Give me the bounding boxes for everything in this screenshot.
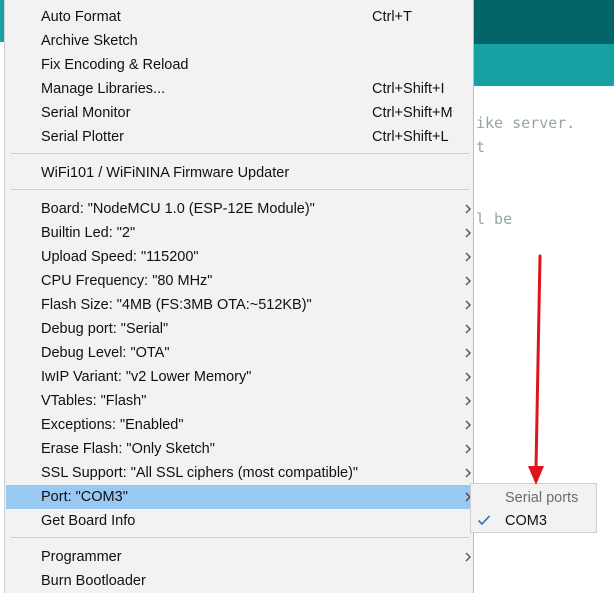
menu-item-vtables[interactable]: VTables: "Flash" (6, 389, 474, 413)
menu-item-fix-encoding[interactable]: Fix Encoding & Reload (6, 53, 474, 77)
menu-item-auto-format[interactable]: Auto Format Ctrl+T (6, 5, 474, 29)
code-line: l be (476, 210, 513, 228)
port-option-label: COM3 (505, 513, 547, 529)
chevron-right-icon (465, 420, 471, 430)
menu-item-label: Board: "NodeMCU 1.0 (ESP-12E Module)" (41, 201, 315, 217)
chevron-right-icon (465, 300, 471, 310)
code-line: t (476, 138, 486, 156)
menu-item-label: Get Board Info (41, 513, 136, 529)
menu-item-label: Port: "COM3" (41, 489, 128, 505)
ide-tab-bar (474, 44, 614, 86)
menu-item-label: CPU Frequency: "80 MHz" (41, 273, 213, 289)
menu-item-board[interactable]: Board: "NodeMCU 1.0 (ESP-12E Module)" (6, 197, 474, 221)
chevron-right-icon (465, 372, 471, 382)
menu-item-label: Upload Speed: "115200" (41, 249, 199, 265)
menu-item-label: Manage Libraries... (41, 81, 166, 97)
chevron-right-icon (465, 228, 471, 238)
menu-item-label: Auto Format (41, 9, 121, 25)
menu-item-serial-monitor[interactable]: Serial Monitor Ctrl+Shift+M (6, 101, 474, 125)
menu-item-shortcut: Ctrl+T (372, 9, 412, 25)
chevron-right-icon (465, 552, 471, 562)
tools-menu: Auto Format Ctrl+T Archive Sketch Fix En… (4, 0, 474, 593)
menu-item-label: Builtin Led: "2" (41, 225, 136, 241)
port-submenu: Serial ports COM3 (470, 483, 597, 533)
menu-item-manage-libraries[interactable]: Manage Libraries... Ctrl+Shift+I (6, 77, 474, 101)
menu-item-flash-size[interactable]: Flash Size: "4MB (FS:3MB OTA:~512KB)" (6, 293, 474, 317)
menu-item-lwip-variant[interactable]: IwIP Variant: "v2 Lower Memory" (6, 365, 474, 389)
menu-item-erase-flash[interactable]: Erase Flash: "Only Sketch" (6, 437, 474, 461)
menu-item-label: Fix Encoding & Reload (41, 57, 189, 73)
chevron-right-icon (465, 468, 471, 478)
menu-item-label: Burn Bootloader (41, 573, 146, 589)
menu-item-shortcut: Ctrl+Shift+I (372, 81, 445, 97)
menu-separator (11, 537, 469, 538)
code-line: ike server. (476, 114, 576, 132)
menu-item-shortcut: Ctrl+Shift+M (372, 105, 453, 121)
chevron-right-icon (465, 444, 471, 454)
menu-item-upload-speed[interactable]: Upload Speed: "115200" (6, 245, 474, 269)
menu-item-burn-bootloader[interactable]: Burn Bootloader (6, 569, 474, 593)
menu-item-archive-sketch[interactable]: Archive Sketch (6, 29, 474, 53)
menu-item-label: Flash Size: "4MB (FS:3MB OTA:~512KB)" (41, 297, 312, 313)
menu-item-label: IwIP Variant: "v2 Lower Memory" (41, 369, 252, 385)
menu-item-get-board-info[interactable]: Get Board Info (6, 509, 474, 533)
menu-item-label: Exceptions: "Enabled" (41, 417, 184, 433)
menu-item-debug-port[interactable]: Debug port: "Serial" (6, 317, 474, 341)
menu-item-debug-level[interactable]: Debug Level: "OTA" (6, 341, 474, 365)
menu-item-label: SSL Support: "All SSL ciphers (most comp… (41, 465, 359, 481)
menu-item-label: WiFi101 / WiFiNINA Firmware Updater (41, 165, 290, 181)
menu-item-port[interactable]: Port: "COM3" (6, 485, 474, 509)
submenu-header-serial-ports: Serial ports (505, 490, 579, 506)
menu-item-label: Serial Plotter (41, 129, 125, 145)
menu-item-label: Programmer (41, 549, 122, 565)
chevron-right-icon (465, 276, 471, 286)
menu-item-ssl-support[interactable]: SSL Support: "All SSL ciphers (most comp… (6, 461, 474, 485)
menu-item-cpu-frequency[interactable]: CPU Frequency: "80 MHz" (6, 269, 474, 293)
menu-item-label: Erase Flash: "Only Sketch" (41, 441, 215, 457)
chevron-right-icon (465, 252, 471, 262)
port-option-com3[interactable]: COM3 (472, 509, 596, 533)
menu-item-label: Archive Sketch (41, 33, 138, 49)
menu-item-firmware-updater[interactable]: WiFi101 / WiFiNINA Firmware Updater (6, 161, 474, 185)
ide-toolbar (474, 0, 614, 44)
menu-separator (11, 153, 469, 154)
menu-item-label: Debug port: "Serial" (41, 321, 169, 337)
chevron-right-icon (465, 348, 471, 358)
menu-separator (11, 189, 469, 190)
menu-item-programmer[interactable]: Programmer (6, 545, 474, 569)
menu-item-exceptions[interactable]: Exceptions: "Enabled" (6, 413, 474, 437)
menu-item-label: VTables: "Flash" (41, 393, 147, 409)
menu-item-label: Serial Monitor (41, 105, 131, 121)
chevron-right-icon (465, 324, 471, 334)
chevron-right-icon (465, 396, 471, 406)
menu-item-label: Debug Level: "OTA" (41, 345, 170, 361)
chevron-right-icon (465, 204, 471, 214)
checkmark-icon (477, 515, 491, 526)
menu-item-shortcut: Ctrl+Shift+L (372, 129, 449, 145)
menu-item-serial-plotter[interactable]: Serial Plotter Ctrl+Shift+L (6, 125, 474, 149)
menu-item-builtin-led[interactable]: Builtin Led: "2" (6, 221, 474, 245)
